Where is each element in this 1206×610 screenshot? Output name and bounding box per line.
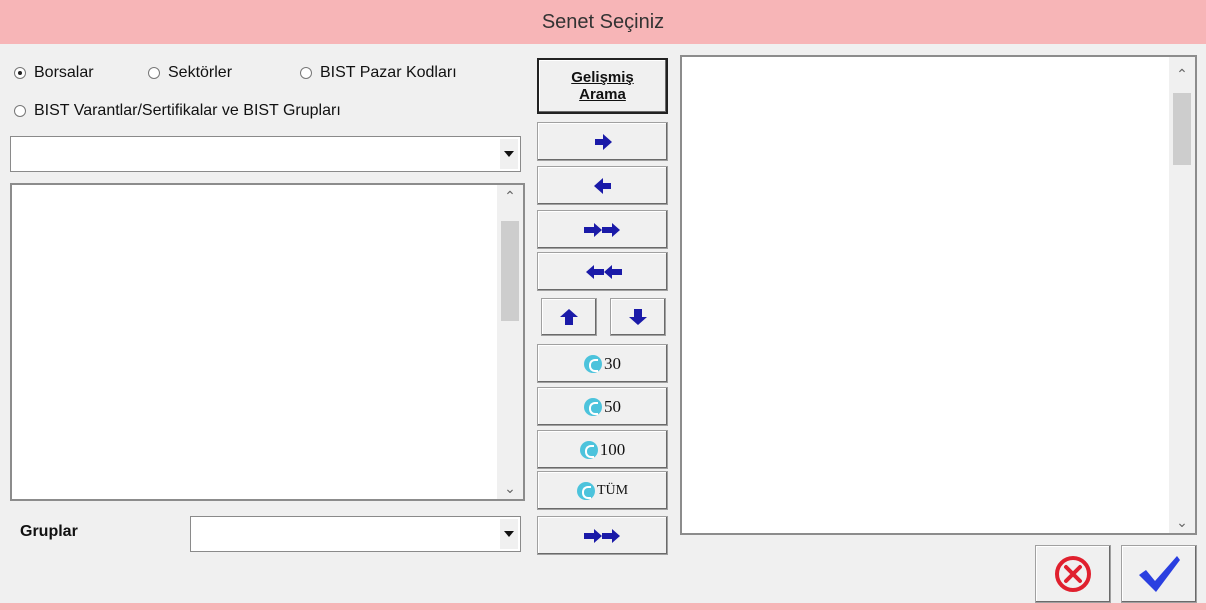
bist30-label: 30 bbox=[604, 353, 621, 373]
move-down-button[interactable] bbox=[610, 298, 666, 336]
bist-logo-icon bbox=[576, 481, 595, 500]
checkmark-icon bbox=[1139, 556, 1180, 592]
bist100-label: 100 bbox=[599, 439, 626, 459]
radio-borsalar-label: Borsalar bbox=[34, 64, 94, 81]
advanced-search-label-2: Arama bbox=[579, 86, 626, 103]
scroll-thumb[interactable] bbox=[1173, 93, 1191, 165]
radio-bist-pazar-kodlari[interactable]: BIST Pazar Kodları bbox=[300, 64, 457, 82]
radio-sektorler[interactable]: Sektörler bbox=[148, 64, 232, 82]
radio-indicator bbox=[300, 67, 312, 79]
remove-all-button[interactable] bbox=[537, 252, 668, 291]
radio-borsalar[interactable]: Borsalar bbox=[14, 64, 94, 82]
selected-securities-list[interactable]: ⌃ ⌄ bbox=[680, 55, 1197, 535]
double-arrow-right-icon bbox=[583, 222, 620, 237]
radio-selected-indicator bbox=[14, 67, 26, 79]
groups-select[interactable] bbox=[190, 516, 521, 552]
bist30-button[interactable]: 30 bbox=[537, 344, 668, 383]
bist-logo-icon bbox=[584, 397, 602, 416]
radio-bist-varantlar[interactable]: BIST Varantlar/Sertifikalar ve BIST Grup… bbox=[14, 102, 341, 120]
groups-label: Gruplar bbox=[20, 523, 78, 540]
bist-logo-icon bbox=[584, 354, 602, 373]
arrow-right-icon bbox=[594, 133, 612, 150]
double-arrow-left-icon bbox=[585, 264, 622, 279]
ok-button[interactable] bbox=[1121, 545, 1197, 603]
arrow-down-icon bbox=[629, 309, 647, 325]
add-all-button[interactable] bbox=[537, 210, 668, 249]
radio-bist-pazar-label: BIST Pazar Kodları bbox=[320, 64, 457, 81]
radio-indicator bbox=[14, 105, 26, 117]
bist-all-label: TÜM bbox=[596, 482, 629, 498]
right-list-scrollbar[interactable]: ⌃ ⌄ bbox=[1169, 57, 1195, 533]
advanced-search-button[interactable]: Gelişmiş Arama bbox=[537, 58, 668, 114]
remove-selected-button[interactable] bbox=[537, 166, 668, 205]
double-arrow-right-icon bbox=[583, 528, 620, 543]
bottom-border bbox=[0, 603, 1206, 610]
add-selected-button[interactable] bbox=[537, 122, 668, 161]
scroll-down-icon[interactable]: ⌄ bbox=[497, 477, 523, 499]
scroll-down-icon[interactable]: ⌄ bbox=[1169, 511, 1195, 533]
bist100-button[interactable]: 100 bbox=[537, 430, 668, 469]
market-select[interactable] bbox=[10, 136, 521, 172]
move-up-button[interactable] bbox=[541, 298, 597, 336]
radio-sektorler-label: Sektörler bbox=[168, 64, 233, 81]
scroll-up-icon[interactable]: ⌃ bbox=[1169, 63, 1195, 85]
bist-logo-icon bbox=[579, 440, 598, 459]
bist50-label: 50 bbox=[604, 396, 621, 416]
radio-bist-varant-label: BIST Varantlar/Sertifikalar ve BIST Grup… bbox=[34, 102, 341, 119]
left-list-scrollbar[interactable]: ⌃ ⌄ bbox=[497, 185, 523, 499]
advanced-search-label-1: Gelişmiş bbox=[571, 69, 634, 86]
available-securities-list[interactable]: ⌃ ⌄ bbox=[10, 183, 525, 501]
scroll-thumb[interactable] bbox=[501, 221, 519, 321]
cancel-button[interactable] bbox=[1035, 545, 1111, 603]
add-group-button[interactable] bbox=[537, 516, 668, 555]
radio-indicator bbox=[148, 67, 160, 79]
bist50-button[interactable]: 50 bbox=[537, 387, 668, 426]
chevron-down-icon[interactable] bbox=[500, 139, 518, 169]
bist-all-button[interactable]: TÜM bbox=[537, 471, 668, 510]
arrow-up-icon bbox=[560, 309, 578, 325]
arrow-left-icon bbox=[593, 177, 611, 194]
window-title: Senet Seçiniz bbox=[541, 11, 665, 33]
scroll-up-icon[interactable]: ⌃ bbox=[497, 185, 523, 207]
cancel-icon bbox=[1055, 556, 1091, 592]
chevron-down-icon[interactable] bbox=[500, 519, 518, 549]
